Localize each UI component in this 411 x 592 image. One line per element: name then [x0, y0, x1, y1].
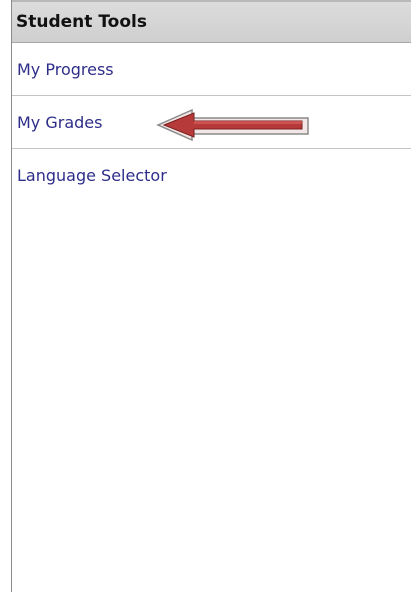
- menu-item-label[interactable]: Language Selector: [17, 166, 167, 185]
- student-tools-menu: My Progress My Grades Language Selector: [12, 43, 411, 202]
- menu-item-language-selector[interactable]: Language Selector: [12, 149, 411, 202]
- menu-item-label[interactable]: My Grades: [17, 113, 102, 132]
- panel-title: Student Tools: [12, 0, 411, 43]
- student-tools-panel: Student Tools My Progress My Grades Lang…: [11, 0, 411, 592]
- menu-item-my-progress[interactable]: My Progress: [12, 43, 411, 96]
- arrow-left-icon: [156, 108, 309, 142]
- menu-item-label[interactable]: My Progress: [17, 60, 114, 79]
- menu-item-my-grades[interactable]: My Grades: [12, 96, 411, 149]
